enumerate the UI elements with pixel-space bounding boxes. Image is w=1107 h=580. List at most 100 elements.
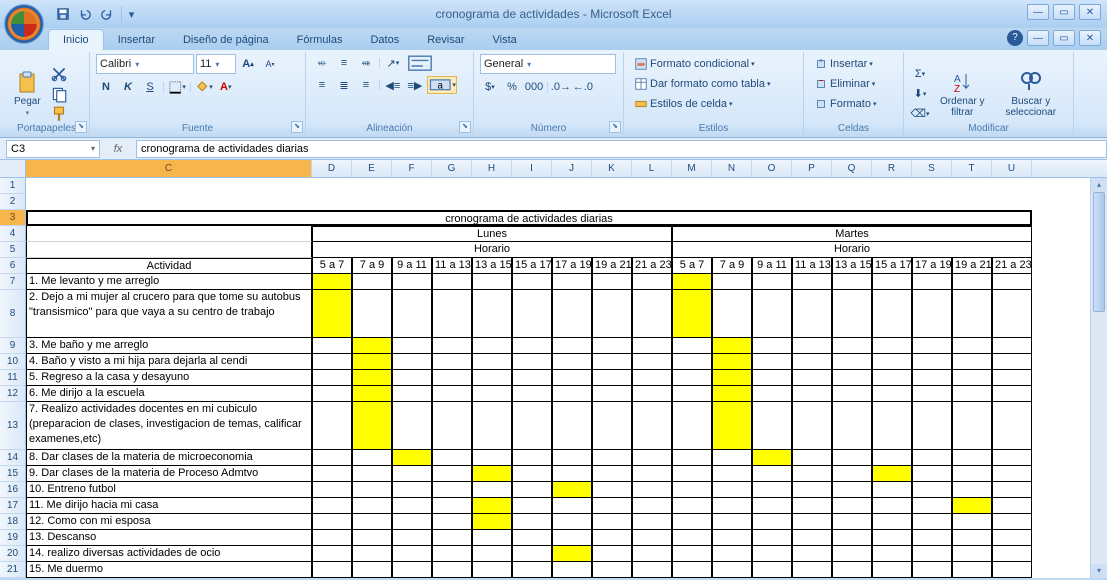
cell[interactable] (632, 482, 672, 498)
clear-icon[interactable]: ⌫▾ (910, 105, 930, 123)
cell[interactable] (312, 450, 352, 466)
cell[interactable] (592, 562, 632, 578)
cell[interactable]: 15 a 17 (872, 258, 912, 274)
cell[interactable] (752, 354, 792, 370)
cell[interactable] (632, 402, 672, 450)
cell[interactable] (832, 274, 872, 290)
cell[interactable] (312, 274, 352, 290)
cell[interactable] (912, 402, 952, 450)
cell[interactable] (312, 402, 352, 450)
doc-minimize-button[interactable]: — (1027, 30, 1049, 46)
cell[interactable] (512, 530, 552, 546)
cell[interactable] (352, 354, 392, 370)
col-header-C[interactable]: C (26, 160, 312, 177)
cell[interactable] (472, 450, 512, 466)
cell[interactable] (872, 562, 912, 578)
cell[interactable] (392, 514, 432, 530)
cell[interactable] (712, 370, 752, 386)
row-header-7[interactable]: 7 (0, 274, 25, 290)
col-header-M[interactable]: M (672, 160, 712, 177)
cell[interactable]: 5. Regreso a la casa y desayuno (26, 370, 312, 386)
col-header-H[interactable]: H (472, 160, 512, 177)
cell[interactable] (792, 498, 832, 514)
italic-icon[interactable]: K (118, 78, 138, 96)
help-icon[interactable]: ? (1007, 30, 1023, 46)
cell[interactable]: 11. Me dirijo hacia mi casa (26, 498, 312, 514)
cell[interactable] (632, 290, 672, 338)
cell[interactable] (592, 402, 632, 450)
cell[interactable] (632, 354, 672, 370)
autosum-icon[interactable]: Σ▾ (910, 65, 930, 83)
cell[interactable] (872, 402, 912, 450)
cell[interactable] (672, 290, 712, 338)
cell[interactable]: 21 a 23 (992, 258, 1032, 274)
insertar-button[interactable]: Insertar▾ (810, 54, 897, 74)
doc-restore-button[interactable]: ▭ (1053, 30, 1075, 46)
cell[interactable] (392, 466, 432, 482)
cell[interactable] (792, 546, 832, 562)
tab-datos[interactable]: Datos (356, 30, 413, 50)
cell[interactable] (912, 386, 952, 402)
cell[interactable] (552, 290, 592, 338)
cell[interactable] (512, 546, 552, 562)
shrink-font-icon[interactable]: A▾ (260, 55, 280, 73)
cell[interactable] (792, 370, 832, 386)
cell[interactable] (512, 514, 552, 530)
cell[interactable]: 15. Me duermo (26, 562, 312, 578)
cell[interactable] (512, 498, 552, 514)
cell[interactable]: 14. realizo diversas actividades de ocio (26, 546, 312, 562)
cell[interactable] (672, 274, 712, 290)
cell[interactable] (432, 450, 472, 466)
cell[interactable]: 9 a 11 (752, 258, 792, 274)
cell[interactable] (792, 386, 832, 402)
cell[interactable] (392, 354, 432, 370)
cell[interactable] (912, 290, 952, 338)
cell[interactable] (752, 466, 792, 482)
cell[interactable]: 9. Dar clases de la materia de Proceso A… (26, 466, 312, 482)
col-header-O[interactable]: O (752, 160, 792, 177)
cell[interactable] (512, 450, 552, 466)
name-box[interactable]: C3▾ (6, 140, 100, 158)
cell[interactable] (592, 546, 632, 562)
cell[interactable] (832, 370, 872, 386)
cell[interactable] (912, 354, 952, 370)
cell[interactable] (752, 530, 792, 546)
cell[interactable] (872, 530, 912, 546)
cell[interactable] (432, 562, 472, 578)
cell[interactable]: 12. Como con mi esposa (26, 514, 312, 530)
cell[interactable] (672, 402, 712, 450)
cell[interactable] (512, 290, 552, 338)
cell[interactable] (592, 370, 632, 386)
cell[interactable]: Horario (312, 242, 672, 258)
cell[interactable] (472, 402, 512, 450)
cell[interactable] (672, 370, 712, 386)
cell[interactable] (992, 530, 1032, 546)
cell[interactable] (912, 466, 952, 482)
numero-dialog-icon[interactable]: ⬊ (609, 121, 621, 133)
cell[interactable]: 17 a 19 (912, 258, 952, 274)
maximize-button[interactable]: ▭ (1053, 4, 1075, 20)
percent-icon[interactable]: % (502, 78, 522, 96)
decrease-indent-icon[interactable]: ◀≡ (383, 76, 403, 94)
tab-inicio[interactable]: Inicio (48, 29, 104, 50)
col-header-F[interactable]: F (392, 160, 432, 177)
tab-formulas[interactable]: Fórmulas (283, 30, 357, 50)
cell[interactable] (912, 498, 952, 514)
cell[interactable] (552, 562, 592, 578)
cell[interactable] (752, 546, 792, 562)
cell[interactable] (312, 562, 352, 578)
cell[interactable] (952, 562, 992, 578)
increase-indent-icon[interactable]: ≡▶ (405, 76, 425, 94)
tab-vista[interactable]: Vista (479, 30, 531, 50)
cell[interactable] (352, 274, 392, 290)
cell[interactable] (432, 290, 472, 338)
cell[interactable] (712, 386, 752, 402)
cell[interactable] (792, 338, 832, 354)
align-bottom-icon[interactable]: ⬵ (356, 54, 376, 72)
cell[interactable] (832, 354, 872, 370)
cell[interactable] (592, 450, 632, 466)
cell[interactable] (952, 466, 992, 482)
cell[interactable] (592, 514, 632, 530)
cell[interactable] (872, 498, 912, 514)
cell[interactable] (392, 386, 432, 402)
